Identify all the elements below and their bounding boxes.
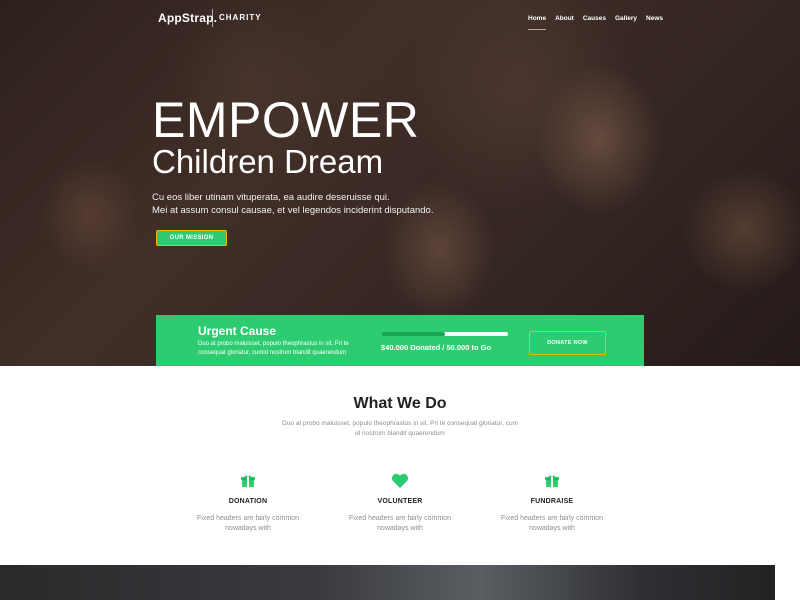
- logo-divider: [212, 9, 213, 27]
- nav-home[interactable]: Home: [528, 15, 547, 30]
- nav-about[interactable]: About: [555, 15, 574, 22]
- main-nav: Home About Causes Gallery News: [528, 15, 663, 30]
- donation-progress-bar: [381, 332, 508, 336]
- section-description: Duo at probo maluisset, populo theophras…: [282, 420, 518, 437]
- logo[interactable]: AppStrap.: [158, 11, 217, 25]
- service-label: FUNDRAISE: [530, 498, 574, 505]
- logo-subtitle: CHARITY: [219, 13, 262, 22]
- nav-news[interactable]: News: [646, 15, 663, 22]
- hero-subtitle: Children Dream: [152, 143, 384, 180]
- top-navigation: AppStrap. CHARITY Home About Causes Gall…: [0, 0, 800, 36]
- nav-gallery[interactable]: Gallery: [615, 15, 637, 22]
- what-we-do-section: What We Do Duo at probo maluisset, popul…: [0, 366, 800, 565]
- heart-icon: [391, 473, 409, 489]
- service-fundraise[interactable]: FUNDRAISE Fixed headers are fairly commo…: [487, 473, 617, 534]
- donation-amount: $40.000 Donated / 50.000 to Go: [381, 343, 492, 352]
- service-text: Fixed headers are fairly common nowadays…: [501, 515, 603, 532]
- nav-causes[interactable]: Causes: [583, 15, 606, 22]
- donation-progress-fill: [381, 332, 445, 336]
- next-section-background-image: [0, 565, 800, 600]
- hero-description: Cu eos liber utinam vituperata, ea audir…: [152, 191, 433, 217]
- service-volunteer[interactable]: VOLUNTEER Fixed headers are fairly commo…: [335, 473, 465, 534]
- donate-now-button[interactable]: DONATE NOW: [529, 331, 606, 355]
- service-text: Fixed headers are fairly common nowadays…: [197, 515, 299, 532]
- service-label: VOLUNTEER: [377, 498, 423, 505]
- hero-title: EMPOWER: [152, 92, 420, 148]
- section-title: What We Do: [353, 395, 447, 412]
- our-mission-button[interactable]: OUR MISSION: [156, 230, 227, 246]
- hero-desc-line1: Cu eos liber utinam vituperata, ea audir…: [152, 192, 390, 203]
- urgent-cause-title: Urgent Cause: [198, 324, 277, 338]
- urgent-cause-description: Duo at probo maluisset, populo theophras…: [198, 341, 349, 356]
- urgent-cause-banner: Urgent Cause Duo at probo maluisset, pop…: [156, 315, 644, 366]
- fundraise-icon: [543, 473, 561, 489]
- service-text: Fixed headers are fairly common nowadays…: [349, 515, 451, 532]
- hero-text: EMPOWER Children Dream Cu eos liber utin…: [152, 92, 433, 217]
- service-donation[interactable]: DONATION Fixed headers are fairly common…: [183, 473, 313, 534]
- hero-desc-line2: Mei at assum consul causae, et vel legen…: [152, 205, 434, 216]
- donation-icon: [239, 473, 257, 489]
- service-label: DONATION: [228, 498, 268, 505]
